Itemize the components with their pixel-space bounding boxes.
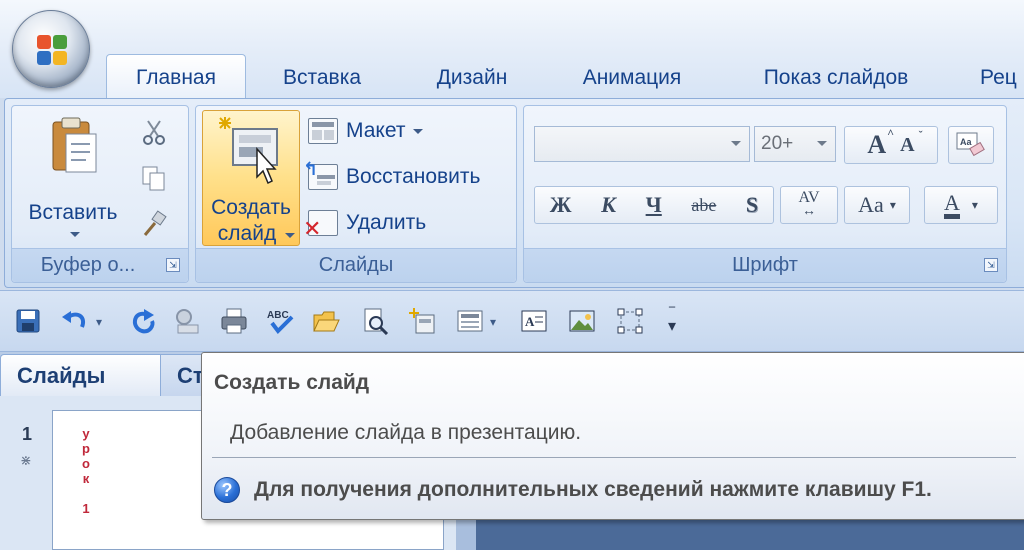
cut-icon[interactable]: [140, 118, 168, 146]
font-size-dropdown-icon: [817, 141, 827, 146]
tab-slides-pane[interactable]: Слайды: [0, 354, 168, 396]
undo-dropdown-icon[interactable]: ▾: [96, 315, 102, 329]
quick-access-toolbar: ▾ ABC ▾ A ‾ ▾: [0, 290, 1024, 352]
font-size-combo[interactable]: 20+: [754, 126, 836, 162]
clipboard-group: Вставить Буфер о... ⇲: [11, 105, 189, 283]
select-objects-icon[interactable]: [616, 307, 644, 335]
undo-icon[interactable]: [60, 307, 88, 335]
layout-label: Макет: [346, 119, 406, 142]
tab-design[interactable]: Дизайн: [412, 58, 532, 98]
tab-review[interactable]: Рец: [972, 58, 1024, 98]
paste-label: Вставить: [28, 201, 118, 224]
clipboard-launcher-icon[interactable]: ⇲: [166, 258, 180, 272]
font-size-value: 20+: [761, 133, 794, 154]
slide-thumbnail-text: у р о к 1: [82, 426, 90, 516]
print-preview-icon[interactable]: [174, 307, 202, 335]
slide-number: 1: [22, 424, 33, 444]
delete-slide-icon: ✕: [303, 210, 338, 240]
font-group-label: Шрифт: [524, 248, 1006, 282]
tooltip-separator: [212, 457, 1016, 458]
reset-icon: ↰: [303, 159, 338, 190]
tab-animation[interactable]: Анимация: [560, 58, 704, 98]
tab-insert[interactable]: Вставка: [262, 58, 382, 98]
tooltip-description: Добавление слайда в презентацию.: [230, 421, 582, 444]
grow-caret-icon: ^: [887, 126, 895, 140]
format-painter-icon[interactable]: [140, 210, 168, 238]
change-case-label: Aa: [858, 192, 884, 217]
spacing-arrows-icon: ↔: [802, 204, 816, 219]
svg-text:Aa: Aa: [960, 137, 972, 147]
tooltip-title: Создать слайд: [214, 371, 370, 394]
help-icon: ?: [214, 477, 240, 503]
office-logo-icon: [37, 35, 67, 65]
paste-icon: [52, 117, 97, 173]
tooltip-help-text: Для получения дополнительных сведений на…: [254, 478, 932, 501]
slide-transition-icon: ⋇: [20, 452, 32, 468]
new-slide-quick-icon[interactable]: [408, 307, 436, 335]
font-color-button[interactable]: A ▾: [924, 186, 998, 224]
bold-button[interactable]: Ж: [550, 192, 572, 218]
office-button[interactable]: [12, 10, 90, 88]
clear-formatting-button[interactable]: Aa: [948, 126, 994, 164]
character-spacing-label: AV: [798, 189, 820, 206]
paste-dropdown-arrow-icon: [70, 232, 80, 237]
shadow-button[interactable]: S: [746, 192, 758, 218]
textbox-icon[interactable]: A: [520, 307, 548, 335]
tab-slide-show[interactable]: Показ слайдов: [736, 58, 936, 98]
font-color-letter: A: [944, 191, 960, 219]
layout-button[interactable]: Макет: [308, 118, 424, 144]
layout-quick-dropdown-icon[interactable]: ▾: [490, 315, 496, 329]
preview-icon[interactable]: [362, 307, 390, 335]
font-name-combo[interactable]: [534, 126, 750, 162]
reset-label: Восстановить: [346, 165, 481, 188]
ribbon: Вставить Буфер о... ⇲ Создать слайд Маке…: [4, 98, 1024, 288]
save-icon[interactable]: [14, 307, 42, 335]
picture-icon[interactable]: [568, 307, 596, 335]
new-slide-label-line2: слайд: [217, 222, 277, 245]
open-icon[interactable]: [312, 307, 340, 335]
layout-dropdown-arrow-icon: [413, 128, 424, 134]
print-icon[interactable]: [220, 307, 248, 335]
font-size-adjust-group: A ^ Aˇ: [844, 126, 938, 164]
character-spacing-button[interactable]: AV ↔: [780, 186, 838, 224]
new-slide-label-line1: Создать: [211, 196, 291, 219]
delete-button[interactable]: ✕ Удалить: [303, 210, 427, 240]
font-color-dropdown-icon: ▾: [971, 197, 978, 212]
customize-toolbar-icon[interactable]: ‾ ▾: [668, 307, 676, 335]
reset-button[interactable]: ↰ Восстановить: [303, 159, 481, 190]
tooltip-help-row: ? Для получения дополнительных сведений …: [214, 477, 932, 503]
grow-font-button[interactable]: A ^: [867, 126, 894, 160]
svg-text:ABC: ABC: [267, 310, 289, 321]
change-case-button[interactable]: Aa ▾: [844, 186, 910, 224]
svg-text:A: A: [525, 314, 535, 329]
delete-label: Удалить: [346, 211, 427, 234]
tab-home[interactable]: Главная: [106, 54, 246, 100]
new-slide-icon: [219, 117, 278, 185]
paste-button[interactable]: Вставить: [18, 112, 128, 246]
change-case-dropdown-icon: ▾: [889, 197, 896, 212]
font-style-buttons: Ж К Ч abe S: [534, 186, 774, 224]
layout-icon: [308, 118, 338, 144]
copy-icon[interactable]: [140, 164, 168, 192]
clear-formatting-icon: Aa: [956, 132, 985, 157]
italic-button[interactable]: К: [601, 192, 616, 218]
font-launcher-icon[interactable]: ⇲: [984, 258, 998, 272]
font-name-dropdown-icon: [731, 141, 741, 146]
new-slide-dropdown-arrow-icon: [285, 233, 295, 238]
redo-icon[interactable]: [128, 307, 156, 335]
new-slide-tooltip: Создать слайд Добавление слайда в презен…: [201, 352, 1024, 520]
shrink-caret-icon: ˇ: [918, 127, 923, 142]
new-slide-button[interactable]: Создать слайд: [202, 110, 300, 246]
slides-group-label: Слайды: [196, 248, 516, 282]
slides-group: Создать слайд Макет ↰ Восстановить ✕ Уда…: [195, 105, 517, 283]
strikethrough-button[interactable]: abe: [691, 195, 716, 216]
underline-button[interactable]: Ч: [646, 192, 662, 218]
spelling-icon[interactable]: ABC: [266, 307, 294, 335]
shrink-font-button[interactable]: Aˇ: [900, 128, 922, 157]
clipboard-group-label: Буфер о...: [12, 248, 188, 282]
layout-quick-icon[interactable]: [456, 307, 484, 335]
font-group: 20+ A ^ Aˇ Aa Ж К Ч abe S AV ↔ Aa ▾ A ▾ …: [523, 105, 1007, 283]
